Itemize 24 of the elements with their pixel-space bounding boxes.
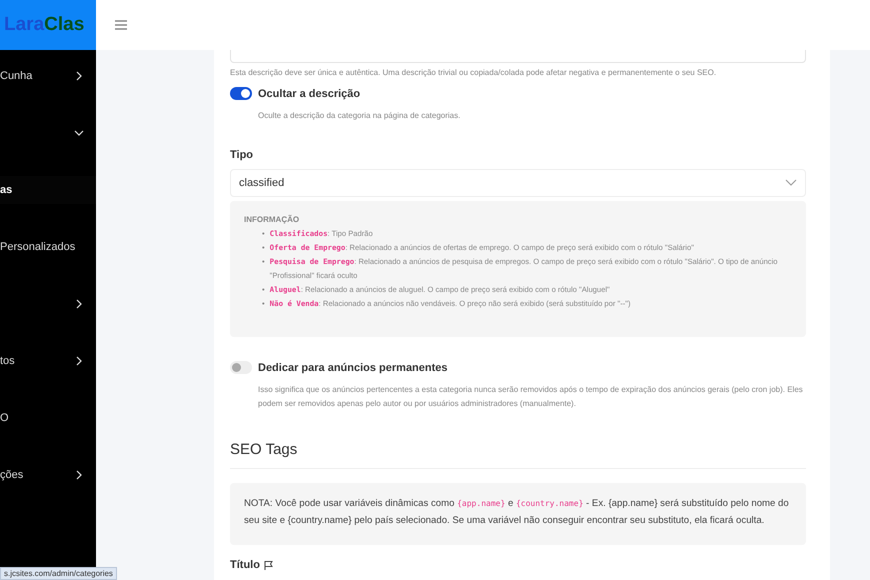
note-text: NOTA: Você pode usar variáveis dinâmicas como {app.name} e {country.name} - Ex. {app.name} será substituído pelo nome do seu site e {country.name} pelo país selecionado. Se uma variável não conseguir encontrar seu substituto, ela ficará oculta. bbox=[244, 497, 790, 528]
sidebar-item[interactable]: O bbox=[0, 404, 96, 432]
hint-text: Esta descrição deve ser única e autêntica. Uma descrição trivial ou copiada/colada pode afetar negativa e permanentemente o seu SEO. bbox=[230, 68, 718, 77]
type-select[interactable]: classified bbox=[230, 169, 806, 197]
toggle-label: Dedicar para anúncios permanentes bbox=[258, 362, 448, 374]
sidebar-item[interactable]: as bbox=[0, 176, 96, 204]
info-title: INFORMAÇÃO bbox=[244, 215, 300, 224]
sidebar-item[interactable]: tos bbox=[0, 347, 96, 375]
menu-icon[interactable] bbox=[114, 19, 128, 31]
field-label: Título bbox=[230, 559, 260, 571]
chevron-down-icon bbox=[785, 179, 797, 187]
flag-icon bbox=[262, 560, 274, 570]
status-url: s.jcsites.com/admin/categories bbox=[0, 567, 117, 580]
sidebar-item[interactable]: Cunha bbox=[0, 62, 96, 90]
section-heading: SEO Tags bbox=[230, 441, 806, 469]
toggle-label: Ocultar a descrição bbox=[258, 88, 360, 100]
sidebar-item[interactable]: Personalizados bbox=[0, 233, 96, 261]
toggle-switch[interactable] bbox=[230, 361, 252, 374]
help-text: Oculte a descrição da categoria na página de categorias. bbox=[258, 110, 462, 122]
help-text: Isso significa que os anúncios pertencentes a esta categoria nunca serão removidos após o tempo de expiração dos anúncios gerais (pelo cron job). Eles podem ser removidos apenas pelo autor ou por usuários administradores (manualmente). bbox=[258, 384, 804, 410]
field-label: Tipo bbox=[230, 149, 254, 161]
sidebar-item[interactable]: ções bbox=[0, 461, 96, 489]
toggle-switch[interactable] bbox=[230, 87, 252, 100]
description-field[interactable] bbox=[230, 50, 806, 63]
